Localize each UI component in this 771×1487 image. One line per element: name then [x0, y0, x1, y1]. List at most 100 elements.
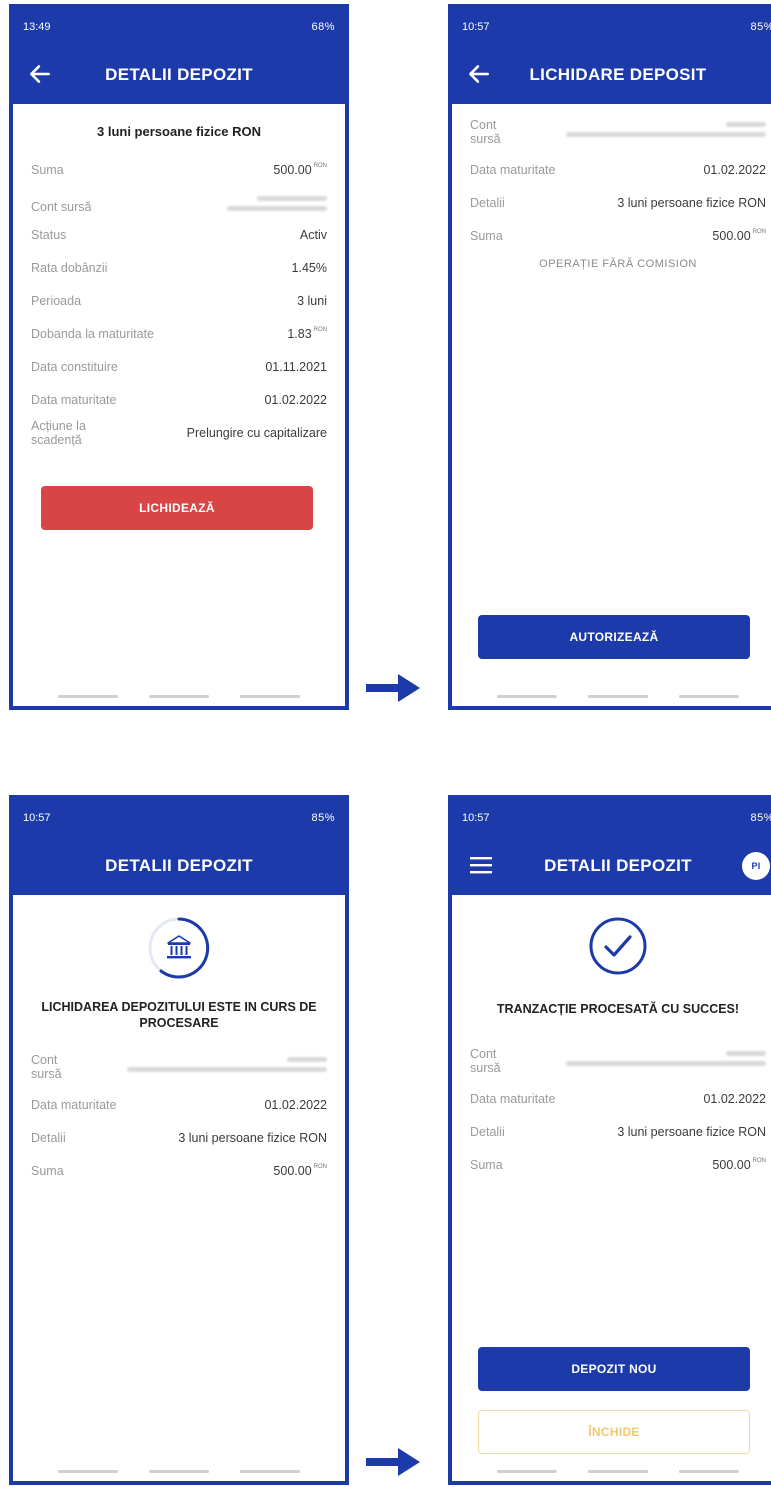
- authorize-button[interactable]: AUTORIZEAZĂ: [478, 615, 750, 659]
- row-value: 3 luni persoane fizice RON: [617, 196, 766, 210]
- row-value: 1.83 RON: [287, 327, 327, 341]
- row-value: 01.02.2022: [264, 393, 327, 407]
- amount-value: 500.00: [273, 1164, 312, 1178]
- app-bar: DETALII DEPOZIT PI: [452, 837, 771, 895]
- status-bar: 10:57 85%: [452, 8, 771, 46]
- row-value: 3 luni persoane fizice RON: [178, 1131, 327, 1145]
- page-title: LICHIDARE DEPOSIT: [529, 65, 707, 84]
- row-value: 01.02.2022: [703, 163, 766, 177]
- row-label: Data maturitate: [31, 1098, 117, 1112]
- row-value: Prelungire cu capitalizare: [186, 426, 327, 440]
- row-label: Cont sursă: [470, 1047, 501, 1075]
- amount-value: 500.00: [712, 1158, 751, 1172]
- row-maturity-date: Data maturitate 01.02.2022: [31, 1098, 327, 1114]
- row-label: Data maturitate: [31, 393, 117, 407]
- row-label: Detalii: [31, 1131, 66, 1145]
- avatar[interactable]: PI: [742, 852, 770, 880]
- row-label: Suma: [31, 1164, 64, 1178]
- status-time: 13:49: [23, 21, 51, 33]
- row-label: Perioada: [31, 294, 82, 308]
- system-nav-bar: [13, 695, 345, 698]
- amount-value: 500.00: [712, 229, 751, 243]
- liquidate-button[interactable]: LICHIDEAZĂ: [41, 486, 313, 530]
- system-nav-bar: [452, 1470, 771, 1473]
- row-label: Data constituire: [31, 360, 118, 374]
- row-value: 01.02.2022: [264, 1098, 327, 1112]
- new-deposit-button[interactable]: DEPOZIT NOU: [478, 1347, 750, 1391]
- currency-label: RON: [313, 1164, 327, 1170]
- app-bar: DETALII DEPOZIT: [13, 837, 345, 895]
- screen-deposit-details: 13:49 68% DETALII DEPOZIT 3 luni persoan…: [9, 4, 349, 710]
- currency-label: RON: [752, 229, 766, 235]
- success-indicator: [452, 895, 771, 977]
- screen-success: 10:57 85% DETALII DEPOZIT PI TRANZACȚIE …: [448, 795, 771, 1485]
- row-value: 01.11.2021: [265, 360, 327, 374]
- page-title: DETALII DEPOZIT: [544, 856, 692, 875]
- row-amount: Suma 500.00 RON: [470, 1158, 766, 1174]
- details-content: Cont sursă Data maturitate 01.02.2022 De…: [452, 1047, 771, 1174]
- row-maturity-date: Data maturitate 01.02.2022: [470, 1092, 766, 1108]
- row-label: Acțiune la scadență: [31, 419, 86, 447]
- app-bar: DETALII DEPOZIT: [13, 46, 345, 104]
- processing-indicator: [13, 895, 345, 981]
- page-title: DETALII DEPOZIT: [105, 856, 253, 875]
- row-label: Suma: [470, 229, 503, 243]
- row-value: 3 luni persoane fizice RON: [617, 1125, 766, 1139]
- row-label: Dobanda la maturitate: [31, 327, 154, 341]
- status-bar: 10:57 85%: [452, 799, 771, 837]
- app-bar: LICHIDARE DEPOSIT: [452, 46, 771, 104]
- details-content: Cont sursă Data maturitate 01.02.2022 De…: [13, 1053, 345, 1180]
- details-content: 3 luni persoane fizice RON Suma 500.00 RO…: [13, 104, 345, 447]
- flow-arrow-icon: [366, 1448, 420, 1476]
- status-battery: 85%: [750, 812, 771, 824]
- row-status: Status Activ: [31, 228, 327, 244]
- row-label: Status: [31, 228, 67, 242]
- screen-liquidate-deposit: 10:57 85% LICHIDARE DEPOSIT Cont sursă D…: [448, 4, 771, 710]
- status-time: 10:57: [462, 812, 490, 824]
- back-arrow-icon[interactable]: [466, 61, 492, 87]
- row-label: Cont sursă: [470, 118, 501, 146]
- hamburger-menu-icon[interactable]: [470, 855, 492, 875]
- row-source-account: Cont sursă: [31, 196, 327, 214]
- check-circle-icon: [589, 917, 647, 975]
- row-source-account: Cont sursă: [470, 1047, 766, 1075]
- row-interest-at-maturity: Dobanda la maturitate 1.83 RON: [31, 327, 327, 343]
- row-maturity-date: Data maturitate 01.02.2022: [31, 393, 327, 409]
- row-details: Detalii 3 luni persoane fizice RON: [470, 1125, 766, 1141]
- screen-processing: 10:57 85% DETALII DEPOZIT LICHIDAREA DEP…: [9, 795, 349, 1485]
- row-value: 500.00 RON: [273, 1164, 327, 1178]
- currency-label: RON: [752, 1158, 766, 1164]
- system-nav-bar: [452, 695, 771, 698]
- bank-loading-icon: [148, 917, 210, 979]
- currency-label: RON: [313, 163, 327, 169]
- row-value: 500.00 RON: [712, 229, 766, 243]
- row-amount: Suma 500.00 RON: [31, 163, 327, 179]
- success-heading: TRANZACȚIE PROCESATĂ CU SUCCES!: [496, 1002, 740, 1016]
- blurred-account-number: [566, 1047, 766, 1066]
- row-label: Data maturitate: [470, 163, 556, 177]
- back-arrow-icon[interactable]: [27, 61, 53, 87]
- row-source-account: Cont sursă: [470, 118, 766, 146]
- row-amount: Suma 500.00 RON: [31, 1164, 327, 1180]
- row-value: 500.00 RON: [273, 163, 327, 177]
- product-name: 3 luni persoane fizice RON: [97, 124, 261, 139]
- row-label: Cont sursă: [31, 1053, 62, 1081]
- row-label: Detalii: [470, 196, 505, 210]
- row-label: Detalii: [470, 1125, 505, 1139]
- row-amount: Suma 500.00 RON: [470, 229, 766, 245]
- no-fee-note: OPERAȚIE FĂRĂ COMISION: [539, 258, 697, 270]
- close-button[interactable]: ÎNCHIDE: [478, 1410, 750, 1454]
- status-battery: 85%: [750, 21, 771, 33]
- processing-heading: LICHIDAREA DEPOZITULUI ESTE IN CURS DE P…: [41, 1000, 317, 1030]
- row-interest-rate: Rata dobânzii 1.45%: [31, 261, 327, 277]
- row-label: Rata dobânzii: [31, 261, 108, 275]
- row-label: Suma: [31, 163, 64, 177]
- blurred-account-number: [566, 118, 766, 137]
- row-maturity-date: Data maturitate 01.02.2022: [470, 163, 766, 179]
- row-value: 01.02.2022: [703, 1092, 766, 1106]
- system-nav-bar: [13, 1470, 345, 1473]
- blurred-account-number: [127, 1053, 327, 1072]
- row-label: Cont sursă: [31, 200, 92, 214]
- row-details: Detalii 3 luni persoane fizice RON: [31, 1131, 327, 1147]
- row-details: Detalii 3 luni persoane fizice RON: [470, 196, 766, 212]
